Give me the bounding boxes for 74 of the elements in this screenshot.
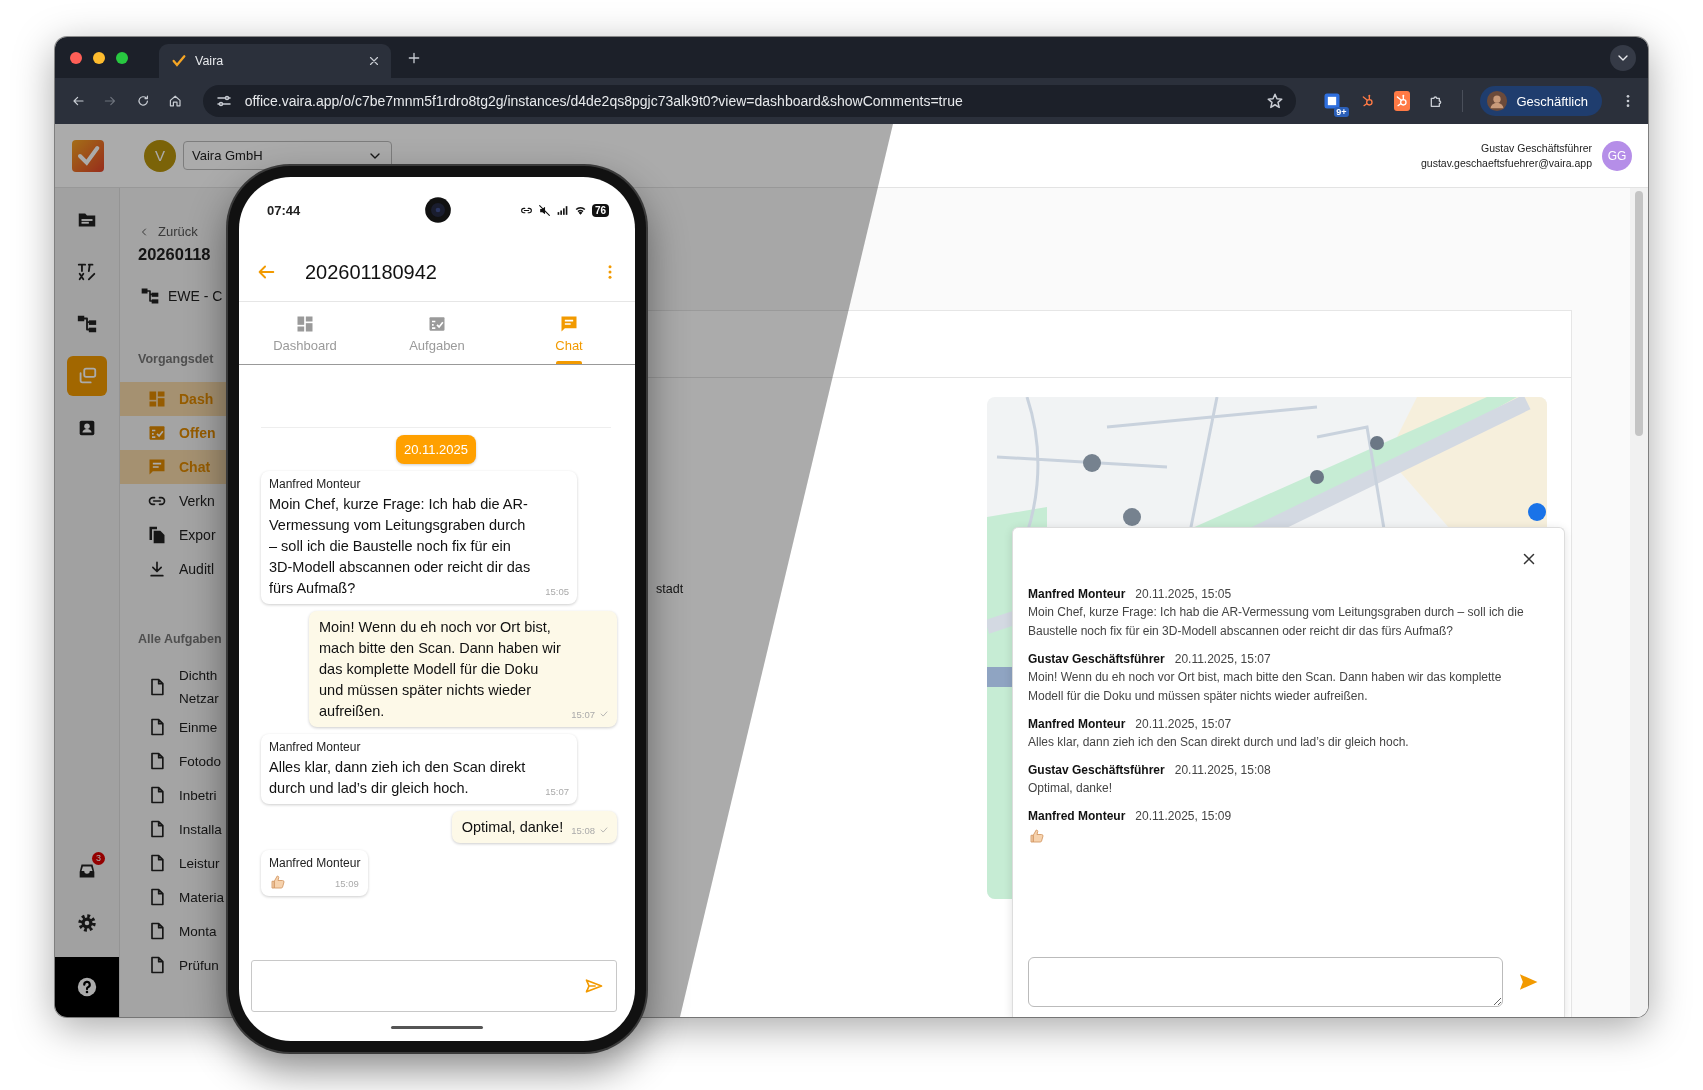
hierarchy-icon: [76, 313, 98, 335]
text-snippet: stadt: [656, 582, 684, 596]
formula-icon: [76, 261, 98, 283]
chat-icon: [147, 457, 167, 477]
download-icon: [147, 559, 167, 579]
check-icon: [599, 709, 609, 719]
message-time: 15:05: [545, 586, 569, 597]
message-text: Alles klar, dann zieh ich den Scan direkt durch und lad’s dir gleich hoch.: [269, 758, 527, 798]
help-button[interactable]: [55, 957, 119, 1017]
page-title: 20260118: [138, 245, 212, 264]
avatar-icon: [1486, 90, 1509, 112]
comment-text: Moin Chef, kurze Frage: Ich hab die AR-Vermessung vom Leitungsgraben durch – soll ich die Baustelle noch fix für ein 3D-Modell abscannen oder reicht dir das fürs Aufmaß?: [1028, 604, 1525, 640]
inbox-button[interactable]: 3: [67, 851, 107, 891]
comment-time: 20.11.2025, 15:07: [1135, 716, 1232, 733]
comment-author: Manfred Monteur: [1028, 716, 1126, 733]
user-email: gustav.geschaeftsfuehrer@vaira.app: [1421, 155, 1592, 171]
comment-author: Manfred Monteur: [1028, 808, 1126, 825]
hierarchy-icon: [140, 286, 160, 306]
project-name: EWE - C: [168, 288, 223, 304]
org-avatar: V: [144, 139, 176, 172]
help-icon: [76, 976, 98, 998]
minimize-window-button[interactable]: [93, 51, 105, 64]
browser-tab[interactable]: Vaira: [159, 44, 391, 78]
section-heading: Vorgangsdet: [138, 352, 215, 366]
battery-indicator: 76: [591, 203, 609, 217]
section-heading: Alle Aufgaben: [138, 632, 223, 646]
scrollbar-thumb[interactable]: [1635, 191, 1643, 436]
checklist-icon: [147, 423, 167, 443]
check-icon: [599, 825, 609, 835]
message-time: 15:09: [335, 878, 359, 889]
comment-time: 20.11.2025, 15:08: [1174, 762, 1271, 779]
camera-lens-icon: [424, 196, 452, 224]
settings-icon: [76, 912, 98, 934]
comment-text: Optimal, danke!: [1028, 780, 1114, 797]
comment-author: Gustav Geschäftsführer: [1028, 762, 1165, 779]
screen-title: 202601180942: [305, 260, 437, 284]
sprocket-icon[interactable]: [1393, 91, 1410, 111]
user-name: Gustav Geschäftsführer: [1481, 140, 1592, 156]
address-bar[interactable]: office.vaira.app/o/c7be7mnm5f1rdro8tg2g/instances/d4de2qs8pgjc73alk9t0?view=dashboard&showComments=true: [202, 85, 1296, 117]
close-icon[interactable]: [367, 54, 381, 68]
maximize-window-button[interactable]: [116, 51, 128, 64]
logo-icon: [72, 139, 104, 172]
comment-author: Gustav Geschäftsführer: [1028, 651, 1165, 668]
comment-time: 20.11.2025, 15:09: [1135, 808, 1232, 825]
message-time: 15:08: [571, 825, 595, 836]
message-author: Manfred Monteur: [269, 740, 362, 754]
message-text: Optimal, danke!: [461, 818, 564, 837]
thumbs-up-icon: [1028, 827, 1046, 845]
badge: 9+: [1334, 107, 1349, 117]
comment-text: Moin! Wenn du eh noch vor Ort bist, mach bitte den Scan. Dann haben wir das komplette Modell für die Doku und müssen später nichts wieder aufreißen.: [1028, 669, 1503, 705]
dashboard-icon: [147, 389, 167, 409]
message-time: 15:07: [571, 709, 595, 720]
comment-author: Manfred Monteur: [1028, 586, 1126, 603]
date-chip: 20.11.2025: [395, 435, 477, 464]
message-text: Moin Chef, kurze Frage: Ich hab die AR-Vermessung vom Leitungsgraben durch – soll ich die Baustelle noch fix für ein 3D-Modell abscannen oder reicht dir das fürs Aufmaß?: [269, 495, 532, 598]
comment-time: 20.11.2025, 15:07: [1174, 651, 1271, 668]
signal-icon: [555, 203, 569, 217]
comment-field[interactable]: [1028, 957, 1503, 1007]
close-window-button[interactable]: [70, 51, 82, 64]
thumbs-up-icon: [269, 873, 287, 891]
mute-icon: [537, 203, 551, 217]
message-text: Moin! Wenn du eh noch vor Ort bist, mach bitte den Scan. Dann haben wir das komplette Modell für die Doku und müssen später nichts wieder aufreißen.: [319, 618, 562, 721]
status-time: 07:44: [267, 202, 302, 218]
message-time: 15:07: [545, 786, 569, 797]
star-icon[interactable]: [1265, 92, 1284, 110]
copy-icon: [147, 525, 167, 545]
profile-button[interactable]: Geschäftlich: [1480, 86, 1602, 116]
check-icon: [171, 53, 187, 69]
tab-search-button[interactable]: [1610, 44, 1636, 71]
comment-time: 20.11.2025, 15:05: [1135, 586, 1232, 603]
notification-badge: 3: [92, 852, 105, 865]
comment-text: Alles klar, dann zieh ich den Scan direkt durch und lad’s dir gleich hoch.: [1028, 734, 1410, 751]
message-author: Manfred Monteur: [269, 856, 361, 870]
message-field[interactable]: [251, 960, 617, 1012]
